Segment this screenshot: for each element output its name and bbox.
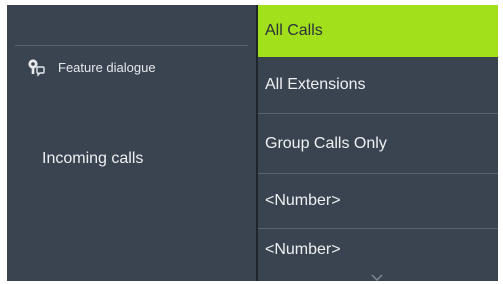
phone-screen: Feature dialogue Incoming calls All Call… <box>7 5 498 281</box>
menu-item-label: <Number> <box>265 192 341 209</box>
menu-item-label: <Number> <box>265 241 341 258</box>
chevron-down-icon[interactable] <box>371 269 383 281</box>
left-panel: Feature dialogue Incoming calls <box>7 5 256 281</box>
left-divider-line <box>15 45 248 46</box>
incoming-calls-label: Incoming calls <box>42 150 144 167</box>
feature-dialogue-label: Feature dialogue <box>58 59 156 75</box>
menu-item-label: Group Calls Only <box>265 134 387 152</box>
menu-item-group-calls-only[interactable]: Group Calls Only <box>258 114 498 173</box>
menu-item-label: All Calls <box>265 22 323 39</box>
menu-item-label: All Extensions <box>265 76 366 93</box>
feature-dialogue-row[interactable]: Feature dialogue <box>26 57 156 77</box>
call-filter-menu: All Calls All Extensions Group Calls Onl… <box>258 5 498 281</box>
menu-item-all-calls[interactable]: All Calls <box>258 5 498 57</box>
feature-dialogue-icon <box>26 57 46 77</box>
menu-item-number-1[interactable]: <Number> <box>258 174 498 228</box>
menu-item-number-2[interactable]: <Number> <box>258 229 498 271</box>
menu-item-all-extensions[interactable]: All Extensions <box>258 57 498 113</box>
